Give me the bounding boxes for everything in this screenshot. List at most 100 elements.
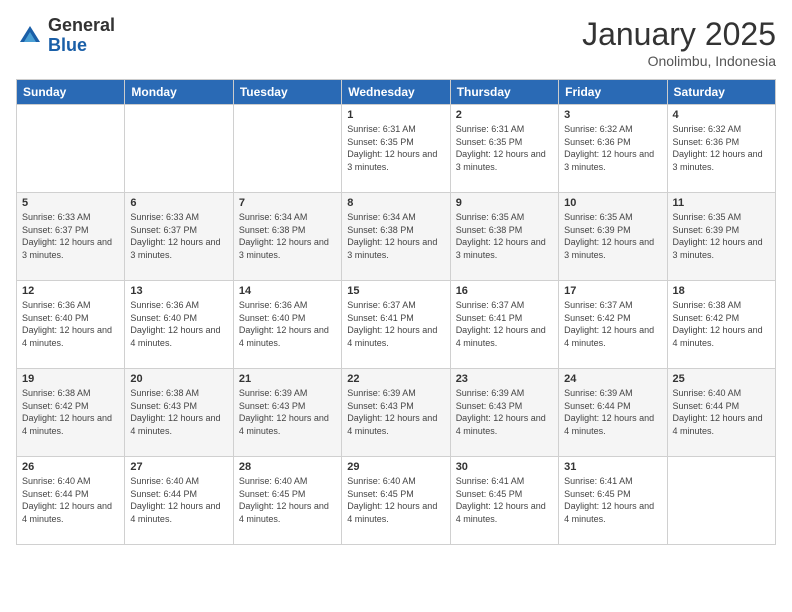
location: Onolimbu, Indonesia (582, 53, 776, 69)
day-info: Sunrise: 6:41 AMSunset: 6:45 PMDaylight:… (456, 476, 546, 524)
day-number: 18 (673, 285, 770, 297)
day-number: 21 (239, 373, 336, 385)
day-info: Sunrise: 6:31 AMSunset: 6:35 PMDaylight:… (347, 124, 437, 172)
calendar-cell-2-1: 13 Sunrise: 6:36 AMSunset: 6:40 PMDaylig… (125, 281, 233, 369)
calendar-cell-4-2: 28 Sunrise: 6:40 AMSunset: 6:45 PMDaylig… (233, 457, 341, 545)
day-number: 8 (347, 197, 444, 209)
day-info: Sunrise: 6:33 AMSunset: 6:37 PMDaylight:… (130, 212, 220, 260)
calendar-cell-1-2: 7 Sunrise: 6:34 AMSunset: 6:38 PMDayligh… (233, 193, 341, 281)
header-tuesday: Tuesday (233, 80, 341, 105)
day-number: 15 (347, 285, 444, 297)
day-number: 17 (564, 285, 661, 297)
week-row-2: 12 Sunrise: 6:36 AMSunset: 6:40 PMDaylig… (17, 281, 776, 369)
day-number: 14 (239, 285, 336, 297)
header: General Blue January 2025 Onolimbu, Indo… (16, 16, 776, 69)
day-info: Sunrise: 6:38 AMSunset: 6:42 PMDaylight:… (22, 388, 112, 436)
day-info: Sunrise: 6:40 AMSunset: 6:44 PMDaylight:… (130, 476, 220, 524)
day-info: Sunrise: 6:39 AMSunset: 6:43 PMDaylight:… (456, 388, 546, 436)
day-info: Sunrise: 6:38 AMSunset: 6:42 PMDaylight:… (673, 300, 763, 348)
logo-general: General (48, 16, 115, 36)
calendar-cell-3-1: 20 Sunrise: 6:38 AMSunset: 6:43 PMDaylig… (125, 369, 233, 457)
calendar-cell-0-6: 4 Sunrise: 6:32 AMSunset: 6:36 PMDayligh… (667, 105, 775, 193)
logo-text: General Blue (48, 16, 115, 56)
day-number: 20 (130, 373, 227, 385)
day-number: 31 (564, 461, 661, 473)
day-number: 19 (22, 373, 119, 385)
day-number: 24 (564, 373, 661, 385)
day-number: 28 (239, 461, 336, 473)
calendar-cell-3-4: 23 Sunrise: 6:39 AMSunset: 6:43 PMDaylig… (450, 369, 558, 457)
calendar-cell-1-3: 8 Sunrise: 6:34 AMSunset: 6:38 PMDayligh… (342, 193, 450, 281)
day-number: 23 (456, 373, 553, 385)
day-number: 25 (673, 373, 770, 385)
day-info: Sunrise: 6:34 AMSunset: 6:38 PMDaylight:… (239, 212, 329, 260)
header-friday: Friday (559, 80, 667, 105)
calendar-cell-1-5: 10 Sunrise: 6:35 AMSunset: 6:39 PMDaylig… (559, 193, 667, 281)
week-row-1: 5 Sunrise: 6:33 AMSunset: 6:37 PMDayligh… (17, 193, 776, 281)
day-info: Sunrise: 6:38 AMSunset: 6:43 PMDaylight:… (130, 388, 220, 436)
calendar-cell-4-6 (667, 457, 775, 545)
day-number: 13 (130, 285, 227, 297)
week-row-4: 26 Sunrise: 6:40 AMSunset: 6:44 PMDaylig… (17, 457, 776, 545)
weekday-header-row: Sunday Monday Tuesday Wednesday Thursday… (17, 80, 776, 105)
day-number: 26 (22, 461, 119, 473)
day-number: 16 (456, 285, 553, 297)
calendar-cell-1-0: 5 Sunrise: 6:33 AMSunset: 6:37 PMDayligh… (17, 193, 125, 281)
day-number: 2 (456, 109, 553, 121)
calendar: Sunday Monday Tuesday Wednesday Thursday… (16, 79, 776, 545)
calendar-cell-3-2: 21 Sunrise: 6:39 AMSunset: 6:43 PMDaylig… (233, 369, 341, 457)
calendar-cell-2-5: 17 Sunrise: 6:37 AMSunset: 6:42 PMDaylig… (559, 281, 667, 369)
day-number: 5 (22, 197, 119, 209)
month-title: January 2025 (582, 16, 776, 53)
day-info: Sunrise: 6:34 AMSunset: 6:38 PMDaylight:… (347, 212, 437, 260)
calendar-cell-0-3: 1 Sunrise: 6:31 AMSunset: 6:35 PMDayligh… (342, 105, 450, 193)
logo: General Blue (16, 16, 115, 56)
week-row-3: 19 Sunrise: 6:38 AMSunset: 6:42 PMDaylig… (17, 369, 776, 457)
day-number: 9 (456, 197, 553, 209)
header-sunday: Sunday (17, 80, 125, 105)
logo-blue: Blue (48, 36, 115, 56)
day-number: 27 (130, 461, 227, 473)
day-info: Sunrise: 6:40 AMSunset: 6:45 PMDaylight:… (239, 476, 329, 524)
header-saturday: Saturday (667, 80, 775, 105)
day-number: 3 (564, 109, 661, 121)
day-info: Sunrise: 6:37 AMSunset: 6:41 PMDaylight:… (347, 300, 437, 348)
week-row-0: 1 Sunrise: 6:31 AMSunset: 6:35 PMDayligh… (17, 105, 776, 193)
header-wednesday: Wednesday (342, 80, 450, 105)
calendar-cell-2-3: 15 Sunrise: 6:37 AMSunset: 6:41 PMDaylig… (342, 281, 450, 369)
day-info: Sunrise: 6:31 AMSunset: 6:35 PMDaylight:… (456, 124, 546, 172)
calendar-cell-0-4: 2 Sunrise: 6:31 AMSunset: 6:35 PMDayligh… (450, 105, 558, 193)
calendar-cell-1-4: 9 Sunrise: 6:35 AMSunset: 6:38 PMDayligh… (450, 193, 558, 281)
calendar-cell-3-3: 22 Sunrise: 6:39 AMSunset: 6:43 PMDaylig… (342, 369, 450, 457)
day-number: 30 (456, 461, 553, 473)
calendar-cell-4-4: 30 Sunrise: 6:41 AMSunset: 6:45 PMDaylig… (450, 457, 558, 545)
calendar-cell-0-0 (17, 105, 125, 193)
calendar-cell-4-3: 29 Sunrise: 6:40 AMSunset: 6:45 PMDaylig… (342, 457, 450, 545)
day-number: 22 (347, 373, 444, 385)
calendar-cell-1-6: 11 Sunrise: 6:35 AMSunset: 6:39 PMDaylig… (667, 193, 775, 281)
day-info: Sunrise: 6:40 AMSunset: 6:44 PMDaylight:… (673, 388, 763, 436)
page-container: General Blue January 2025 Onolimbu, Indo… (0, 0, 792, 553)
day-info: Sunrise: 6:36 AMSunset: 6:40 PMDaylight:… (130, 300, 220, 348)
day-info: Sunrise: 6:36 AMSunset: 6:40 PMDaylight:… (239, 300, 329, 348)
day-info: Sunrise: 6:32 AMSunset: 6:36 PMDaylight:… (564, 124, 654, 172)
day-info: Sunrise: 6:39 AMSunset: 6:43 PMDaylight:… (347, 388, 437, 436)
day-number: 7 (239, 197, 336, 209)
day-number: 11 (673, 197, 770, 209)
day-number: 6 (130, 197, 227, 209)
day-number: 4 (673, 109, 770, 121)
logo-icon (16, 22, 44, 50)
day-info: Sunrise: 6:41 AMSunset: 6:45 PMDaylight:… (564, 476, 654, 524)
calendar-cell-0-5: 3 Sunrise: 6:32 AMSunset: 6:36 PMDayligh… (559, 105, 667, 193)
header-monday: Monday (125, 80, 233, 105)
day-info: Sunrise: 6:35 AMSunset: 6:39 PMDaylight:… (564, 212, 654, 260)
day-info: Sunrise: 6:39 AMSunset: 6:44 PMDaylight:… (564, 388, 654, 436)
day-info: Sunrise: 6:35 AMSunset: 6:38 PMDaylight:… (456, 212, 546, 260)
calendar-cell-3-6: 25 Sunrise: 6:40 AMSunset: 6:44 PMDaylig… (667, 369, 775, 457)
day-info: Sunrise: 6:33 AMSunset: 6:37 PMDaylight:… (22, 212, 112, 260)
day-info: Sunrise: 6:39 AMSunset: 6:43 PMDaylight:… (239, 388, 329, 436)
day-number: 29 (347, 461, 444, 473)
calendar-cell-4-1: 27 Sunrise: 6:40 AMSunset: 6:44 PMDaylig… (125, 457, 233, 545)
day-info: Sunrise: 6:35 AMSunset: 6:39 PMDaylight:… (673, 212, 763, 260)
calendar-cell-1-1: 6 Sunrise: 6:33 AMSunset: 6:37 PMDayligh… (125, 193, 233, 281)
